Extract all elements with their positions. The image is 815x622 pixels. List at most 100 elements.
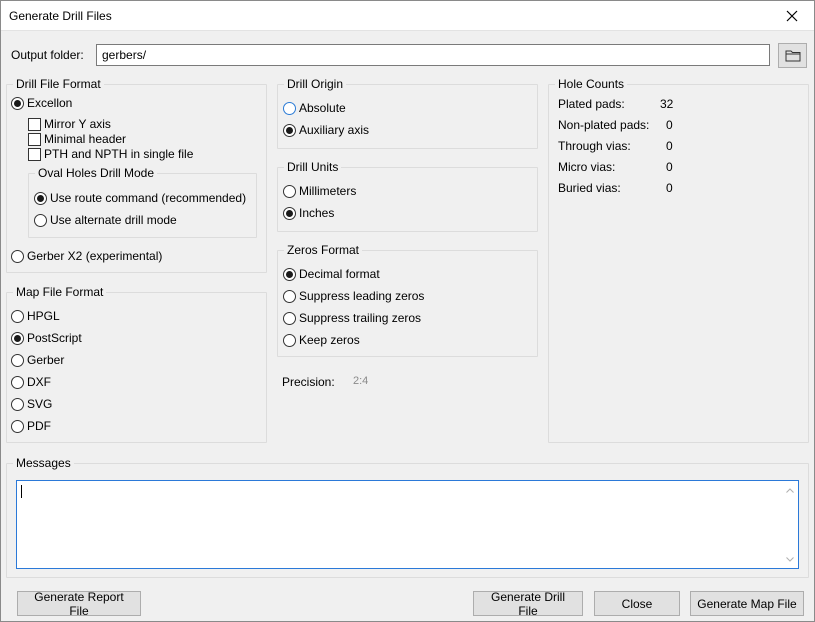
zeros-decimal-radio-indicator[interactable]: [283, 267, 296, 281]
messages-textarea[interactable]: [16, 480, 799, 569]
zeros-format-title: Zeros Format: [284, 243, 363, 257]
zeros-suppress-leading-radio-indicator[interactable]: [283, 289, 296, 303]
oval-holes-group: Oval Holes Drill Mode: [28, 166, 257, 238]
precision-label: Precision:: [282, 375, 335, 389]
excellon-label: Excellon: [27, 96, 73, 110]
close-button[interactable]: Close: [594, 591, 680, 616]
minimal-header-label: Minimal header: [44, 132, 127, 146]
map-pdf-radio-indicator[interactable]: [11, 419, 24, 433]
plated-pads-value: 32: [660, 97, 674, 111]
output-folder-label: Output folder:: [11, 48, 84, 62]
generate-map-button[interactable]: Generate Map File: [690, 591, 804, 616]
zeros-decimal-radio[interactable]: Decimal format: [283, 267, 380, 281]
origin-absolute-radio-indicator[interactable]: [283, 101, 296, 115]
zeros-suppress-leading-label: Suppress leading zeros: [299, 289, 425, 303]
units-inches-radio[interactable]: Inches: [283, 206, 334, 220]
map-gerber-radio[interactable]: Gerber: [11, 353, 64, 367]
pth-npth-single-checkbox-box[interactable]: [28, 147, 41, 161]
map-dxf-radio[interactable]: DXF: [11, 375, 51, 389]
zeros-suppress-trailing-radio-indicator[interactable]: [283, 311, 296, 325]
map-pdf-label: PDF: [27, 419, 51, 433]
map-postscript-radio-indicator[interactable]: [11, 331, 24, 345]
route-command-radio-indicator[interactable]: [34, 191, 47, 205]
plated-pads-label: Plated pads:: [558, 97, 625, 111]
buried-vias-value: 0: [666, 181, 673, 195]
minimal-header-checkbox-box[interactable]: [28, 132, 41, 146]
drill-units-group: Drill Units: [277, 160, 538, 232]
map-hpgl-label: HPGL: [27, 309, 60, 323]
scroll-down-icon[interactable]: [785, 554, 795, 564]
map-dxf-label: DXF: [27, 375, 51, 389]
buried-vias-label: Buried vias:: [558, 181, 621, 195]
close-icon: [786, 10, 798, 21]
nonplated-pads-value: 0: [666, 118, 673, 132]
drill-file-format-title: Drill File Format: [13, 77, 104, 91]
origin-absolute-label: Absolute: [299, 101, 346, 115]
nonplated-pads-label: Non-plated pads:: [558, 118, 650, 132]
alternate-drill-label: Use alternate drill mode: [50, 213, 177, 227]
window-title: Generate Drill Files: [9, 9, 112, 23]
messages-title: Messages: [13, 456, 74, 470]
gerber-x2-label: Gerber X2 (experimental): [27, 249, 163, 263]
gerber-x2-radio-indicator[interactable]: [11, 249, 24, 263]
pth-npth-single-label: PTH and NPTH in single file: [44, 147, 194, 161]
alternate-drill-radio[interactable]: Use alternate drill mode: [34, 213, 177, 227]
units-millimeters-radio-indicator[interactable]: [283, 184, 296, 198]
units-millimeters-radio[interactable]: Millimeters: [283, 184, 356, 198]
precision-value: 2:4: [353, 375, 369, 387]
units-millimeters-label: Millimeters: [299, 184, 357, 198]
minimal-header-checkbox[interactable]: Minimal header: [28, 132, 126, 146]
pth-npth-single-checkbox[interactable]: PTH and NPTH in single file: [28, 147, 193, 161]
map-postscript-label: PostScript: [27, 331, 82, 345]
route-command-radio[interactable]: Use route command (recommended): [34, 191, 246, 205]
units-inches-radio-indicator[interactable]: [283, 206, 296, 220]
excellon-radio-indicator[interactable]: [11, 96, 24, 110]
output-folder-input[interactable]: [96, 44, 770, 66]
units-inches-label: Inches: [299, 206, 335, 220]
text-caret: [21, 485, 22, 498]
zeros-suppress-trailing-radio[interactable]: Suppress trailing zeros: [283, 311, 421, 325]
alternate-drill-radio-indicator[interactable]: [34, 213, 47, 227]
zeros-suppress-trailing-label: Suppress trailing zeros: [299, 311, 422, 325]
map-hpgl-radio-indicator[interactable]: [11, 309, 24, 323]
mirror-y-checkbox-box[interactable]: [28, 117, 41, 131]
origin-auxiliary-radio[interactable]: Auxiliary axis: [283, 123, 369, 137]
drill-units-title: Drill Units: [284, 160, 342, 174]
map-gerber-radio-indicator[interactable]: [11, 353, 24, 367]
browse-folder-button[interactable]: [778, 43, 807, 68]
origin-auxiliary-radio-indicator[interactable]: [283, 123, 296, 137]
zeros-suppress-leading-radio[interactable]: Suppress leading zeros: [283, 289, 424, 303]
micro-vias-label: Micro vias:: [558, 160, 616, 174]
map-dxf-radio-indicator[interactable]: [11, 375, 24, 389]
zeros-keep-radio[interactable]: Keep zeros: [283, 333, 360, 347]
folder-icon: [785, 50, 800, 62]
hole-counts-title: Hole Counts: [555, 77, 628, 91]
excellon-radio[interactable]: Excellon: [11, 96, 72, 110]
map-file-format-title: Map File Format: [13, 285, 107, 299]
micro-vias-value: 0: [666, 160, 673, 174]
generate-report-button[interactable]: Generate Report File: [17, 590, 141, 618]
zeros-decimal-label: Decimal format: [299, 267, 380, 281]
map-svg-radio[interactable]: SVG: [11, 397, 52, 411]
drill-origin-group: Drill Origin: [277, 77, 538, 149]
route-command-label: Use route command (recommended): [50, 191, 247, 205]
generate-drill-button[interactable]: Generate Drill File: [473, 590, 583, 618]
through-vias-value: 0: [666, 139, 673, 153]
map-postscript-radio[interactable]: PostScript: [11, 331, 82, 345]
scroll-up-icon[interactable]: [785, 485, 795, 495]
drill-origin-title: Drill Origin: [284, 77, 347, 91]
map-hpgl-radio[interactable]: HPGL: [11, 309, 60, 323]
map-svg-radio-indicator[interactable]: [11, 397, 24, 411]
mirror-y-label: Mirror Y axis: [44, 117, 111, 131]
close-window-button[interactable]: [769, 0, 815, 31]
origin-absolute-radio[interactable]: Absolute: [283, 101, 346, 115]
zeros-keep-label: Keep zeros: [299, 333, 360, 347]
mirror-y-checkbox[interactable]: Mirror Y axis: [28, 117, 111, 131]
hole-counts-group: Hole Counts: [548, 77, 809, 443]
map-gerber-label: Gerber: [27, 353, 65, 367]
map-pdf-radio[interactable]: PDF: [11, 419, 51, 433]
through-vias-label: Through vias:: [558, 139, 631, 153]
title-bar: Generate Drill Files: [0, 0, 815, 31]
zeros-keep-radio-indicator[interactable]: [283, 333, 296, 347]
gerber-x2-radio[interactable]: Gerber X2 (experimental): [11, 249, 162, 263]
